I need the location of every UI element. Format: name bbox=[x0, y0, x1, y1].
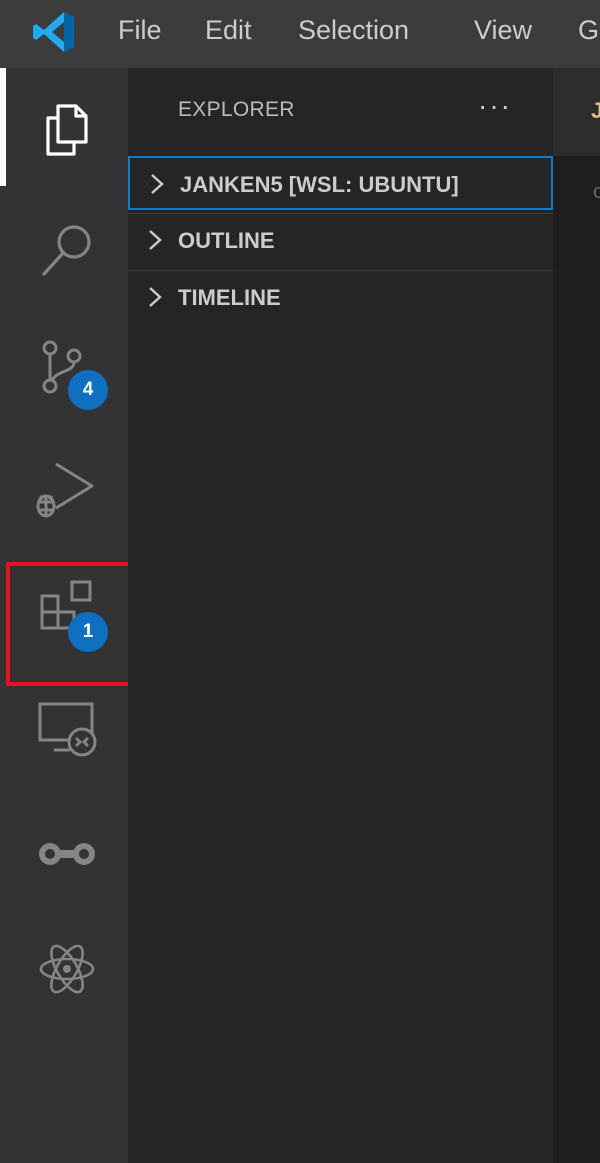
editor-tab-strip: J bbox=[553, 68, 600, 156]
section-label: OUTLINE bbox=[178, 228, 275, 253]
chevron-right-icon bbox=[149, 287, 162, 307]
menu-selection[interactable]: Selection bbox=[298, 10, 409, 50]
editor-area[interactable]: c bbox=[553, 156, 600, 1163]
section-label: TIMELINE bbox=[178, 285, 281, 310]
explorer-sidebar: EXPLORER ··· JANKEN5 [WSL: UBUNTU] OUTLI… bbox=[128, 68, 553, 1163]
menu-file[interactable]: File bbox=[118, 10, 162, 50]
menu-view[interactable]: View bbox=[474, 10, 532, 50]
extensions-highlight-box bbox=[6, 562, 139, 686]
remote-explorer-icon[interactable] bbox=[34, 696, 100, 762]
section-timeline[interactable]: TIMELINE bbox=[128, 270, 553, 325]
section-outline[interactable]: OUTLINE bbox=[128, 213, 553, 268]
source-control-badge: 4 bbox=[68, 370, 108, 410]
editor-text: c bbox=[593, 181, 600, 203]
search-icon[interactable] bbox=[34, 218, 100, 284]
chevron-right-icon bbox=[151, 174, 164, 194]
active-indicator bbox=[0, 68, 6, 186]
section-label: JANKEN5 [WSL: UBUNTU] bbox=[180, 172, 459, 197]
run-debug-icon[interactable] bbox=[34, 456, 100, 522]
sidebar-title: EXPLORER bbox=[178, 98, 295, 121]
section-workspace[interactable]: JANKEN5 [WSL: UBUNTU] bbox=[128, 156, 553, 210]
chevron-right-icon bbox=[149, 230, 162, 250]
menu-edit[interactable]: Edit bbox=[205, 10, 252, 50]
more-actions-button[interactable]: ··· bbox=[478, 90, 512, 122]
live-share-icon[interactable] bbox=[34, 820, 100, 886]
react-icon[interactable] bbox=[34, 936, 100, 1002]
title-bar: File Edit Selection View G bbox=[0, 0, 600, 68]
vscode-logo-icon bbox=[33, 12, 74, 52]
menu-go[interactable]: G bbox=[578, 10, 599, 50]
editor-tab[interactable]: J bbox=[591, 98, 600, 124]
explorer-icon[interactable] bbox=[34, 96, 100, 162]
